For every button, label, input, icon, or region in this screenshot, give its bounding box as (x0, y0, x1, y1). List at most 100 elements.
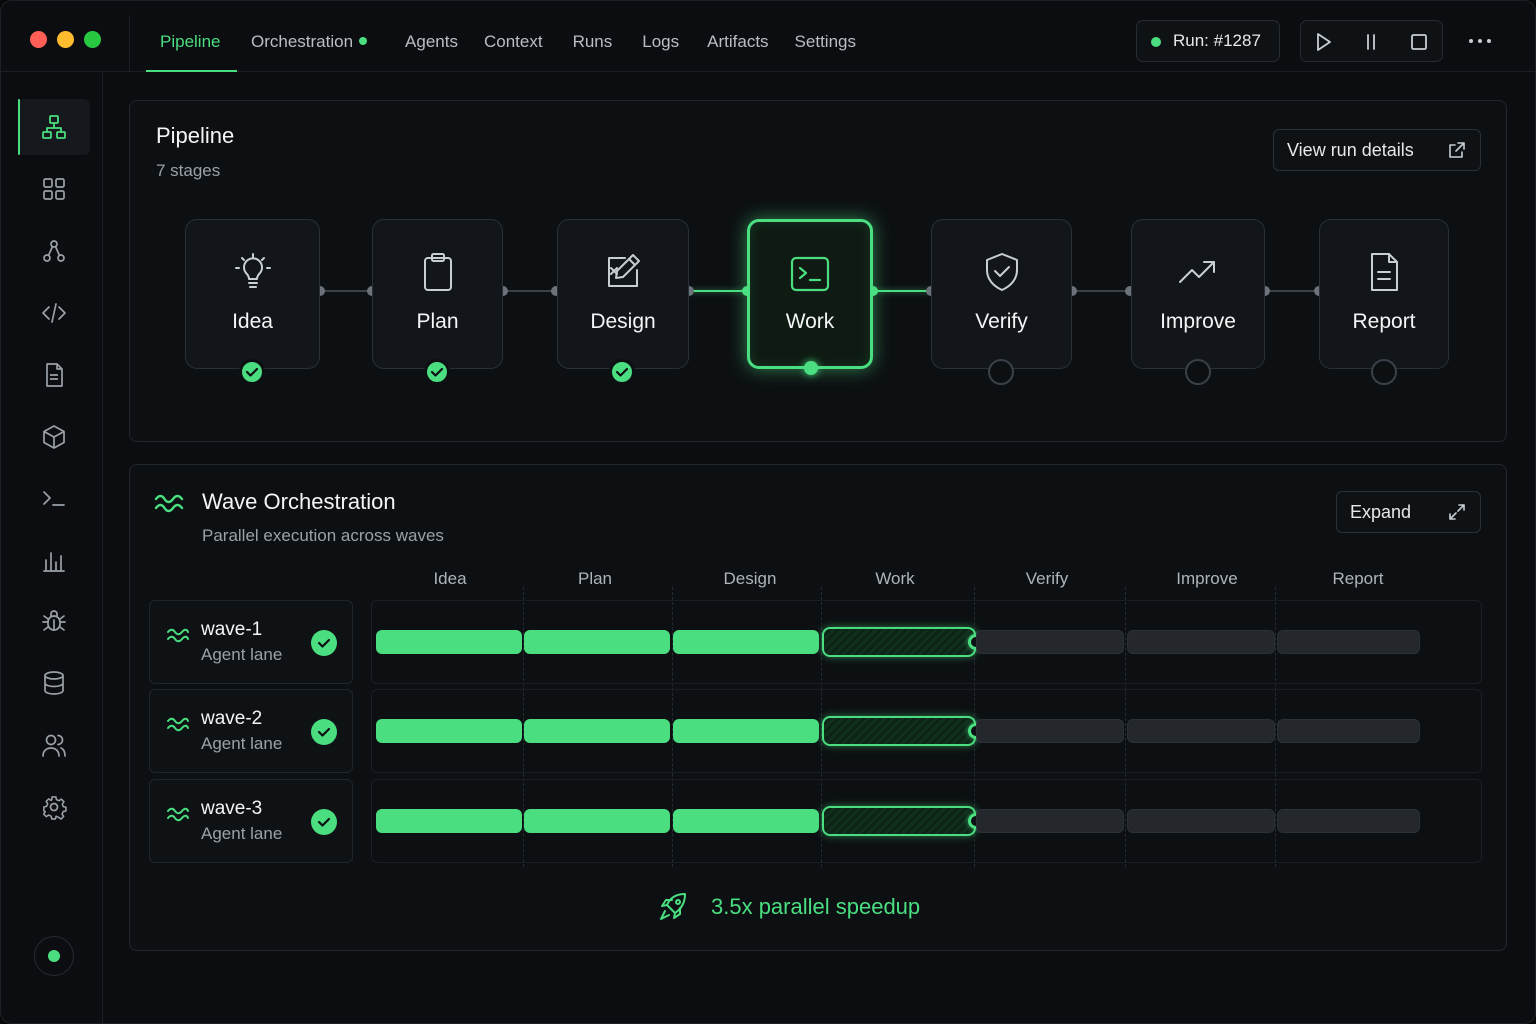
stage-plan[interactable]: Plan (372, 219, 503, 369)
progress-segment-done (524, 630, 670, 654)
lane-wave-3[interactable]: wave-3 Agent lane (149, 779, 353, 863)
clipboard-icon (423, 253, 452, 291)
play-icon[interactable] (1311, 30, 1335, 54)
stage-done-check (239, 359, 265, 385)
run-badge[interactable]: Run: #1287 (1136, 20, 1280, 62)
stage-improve[interactable]: Improve (1131, 219, 1265, 369)
stage-done-check (424, 359, 450, 385)
wave-subtitle: Parallel execution across waves (202, 526, 444, 545)
sidebar-item-data[interactable] (24, 655, 84, 711)
lane-done-check (311, 809, 337, 835)
stop-icon[interactable] (1407, 30, 1431, 54)
tab-bar: Pipeline Orchestration Agents Context Ru… (146, 1, 870, 72)
sidebar-item-agents[interactable] (24, 223, 84, 279)
terminal-icon (790, 256, 830, 292)
trending-up-icon (1179, 261, 1215, 283)
progress-segment-done (376, 630, 522, 654)
grid-icon (43, 178, 65, 200)
lane-wave-1[interactable]: wave-1 Agent lane (149, 600, 353, 684)
progress-segment-pending (1277, 630, 1420, 654)
sidebar-item-team[interactable] (24, 717, 84, 773)
connection-status[interactable] (34, 936, 74, 976)
stage-connector-active (689, 290, 747, 292)
sidebar-item-pipeline[interactable] (18, 99, 90, 155)
sidebar-item-packages[interactable] (24, 409, 84, 465)
stage-idea[interactable]: Idea (185, 219, 320, 369)
tab-orchestration[interactable]: Orchestration (237, 1, 381, 72)
stage-label: Verify (975, 310, 1028, 333)
column-header: Improve (1176, 569, 1238, 588)
lane-name: wave-1 (201, 619, 263, 640)
edit-icon (608, 254, 640, 287)
tab-settings[interactable]: Settings (783, 1, 870, 72)
chart-icon (43, 552, 65, 572)
view-run-details-button[interactable]: View run details (1273, 129, 1481, 171)
status-dot (48, 950, 60, 962)
stage-pending-indicator (1185, 359, 1211, 385)
expand-button[interactable]: Expand (1336, 491, 1481, 533)
lane-name: wave-3 (201, 798, 263, 819)
column-header: Design (723, 569, 777, 588)
lane-subtitle: Agent lane (201, 824, 283, 843)
stage-connector (503, 290, 557, 292)
more-icon[interactable] (1466, 29, 1494, 53)
top-bar: Pipeline Orchestration Agents Context Ru… (1, 1, 1535, 72)
stage-label: Improve (1160, 310, 1236, 333)
view-run-details-label: View run details (1287, 140, 1414, 160)
close-window-button[interactable] (30, 31, 47, 48)
progress-segment-pending (1127, 809, 1275, 833)
activity-indicator (359, 37, 368, 45)
progress-segment-active (822, 716, 976, 746)
progress-segment-pending (1277, 719, 1420, 743)
progress-segment-pending (976, 630, 1124, 654)
check-icon (317, 727, 331, 737)
stage-label: Plan (416, 310, 459, 333)
stage-connector (1265, 290, 1319, 292)
progress-segment-done (376, 809, 522, 833)
progress-segment-active (822, 806, 976, 836)
tab-artifacts[interactable]: Artifacts (693, 1, 782, 72)
wave-title: Wave Orchestration (202, 489, 396, 514)
code-icon (42, 303, 66, 323)
tab-logs[interactable]: Logs (626, 1, 693, 72)
pipeline-title: Pipeline (156, 123, 235, 148)
tab-runs[interactable]: Runs (557, 1, 627, 72)
tab-pipeline[interactable]: Pipeline (146, 1, 237, 72)
tab-context[interactable]: Context (472, 1, 557, 72)
run-label: Run: #1287 (1173, 31, 1261, 50)
stage-design[interactable]: Design (557, 219, 689, 369)
stage-pending-indicator (988, 359, 1014, 385)
check-icon (430, 367, 444, 377)
column-header: Report (1332, 569, 1384, 588)
speedup-text: 3.5x parallel speedup (711, 894, 921, 919)
sidebar-item-documents[interactable] (24, 347, 84, 403)
sidebar-item-analytics[interactable] (24, 532, 84, 588)
users-icon (42, 734, 66, 757)
progress-segment-pending (976, 719, 1124, 743)
lane-done-check (311, 719, 337, 745)
sidebar-item-dashboard[interactable] (24, 161, 84, 217)
check-icon (615, 367, 629, 377)
sidebar-item-debug[interactable] (24, 593, 84, 649)
stage-work[interactable]: Work (747, 219, 873, 369)
waves-icon (167, 628, 189, 643)
progress-segment-done (376, 719, 522, 743)
stage-done-check (609, 359, 635, 385)
lane-wave-2[interactable]: wave-2 Agent lane (149, 689, 353, 773)
sidebar-item-terminal[interactable] (24, 470, 84, 526)
tab-agents[interactable]: Agents (381, 1, 472, 72)
lane-subtitle: Agent lane (201, 734, 283, 753)
maximize-window-button[interactable] (84, 31, 101, 48)
check-icon (317, 817, 331, 827)
sidebar-item-code[interactable] (24, 285, 84, 341)
sidebar-item-settings[interactable] (24, 779, 84, 835)
tab-label: Orchestration (251, 32, 354, 51)
stage-label: Work (785, 310, 835, 333)
progress-segment-pending (976, 809, 1124, 833)
settings-icon (42, 796, 67, 820)
pause-icon[interactable] (1359, 30, 1383, 54)
minimize-window-button[interactable] (57, 31, 74, 48)
run-status-dot (1151, 37, 1161, 47)
stage-report[interactable]: Report (1319, 219, 1449, 369)
stage-verify[interactable]: Verify (931, 219, 1072, 369)
